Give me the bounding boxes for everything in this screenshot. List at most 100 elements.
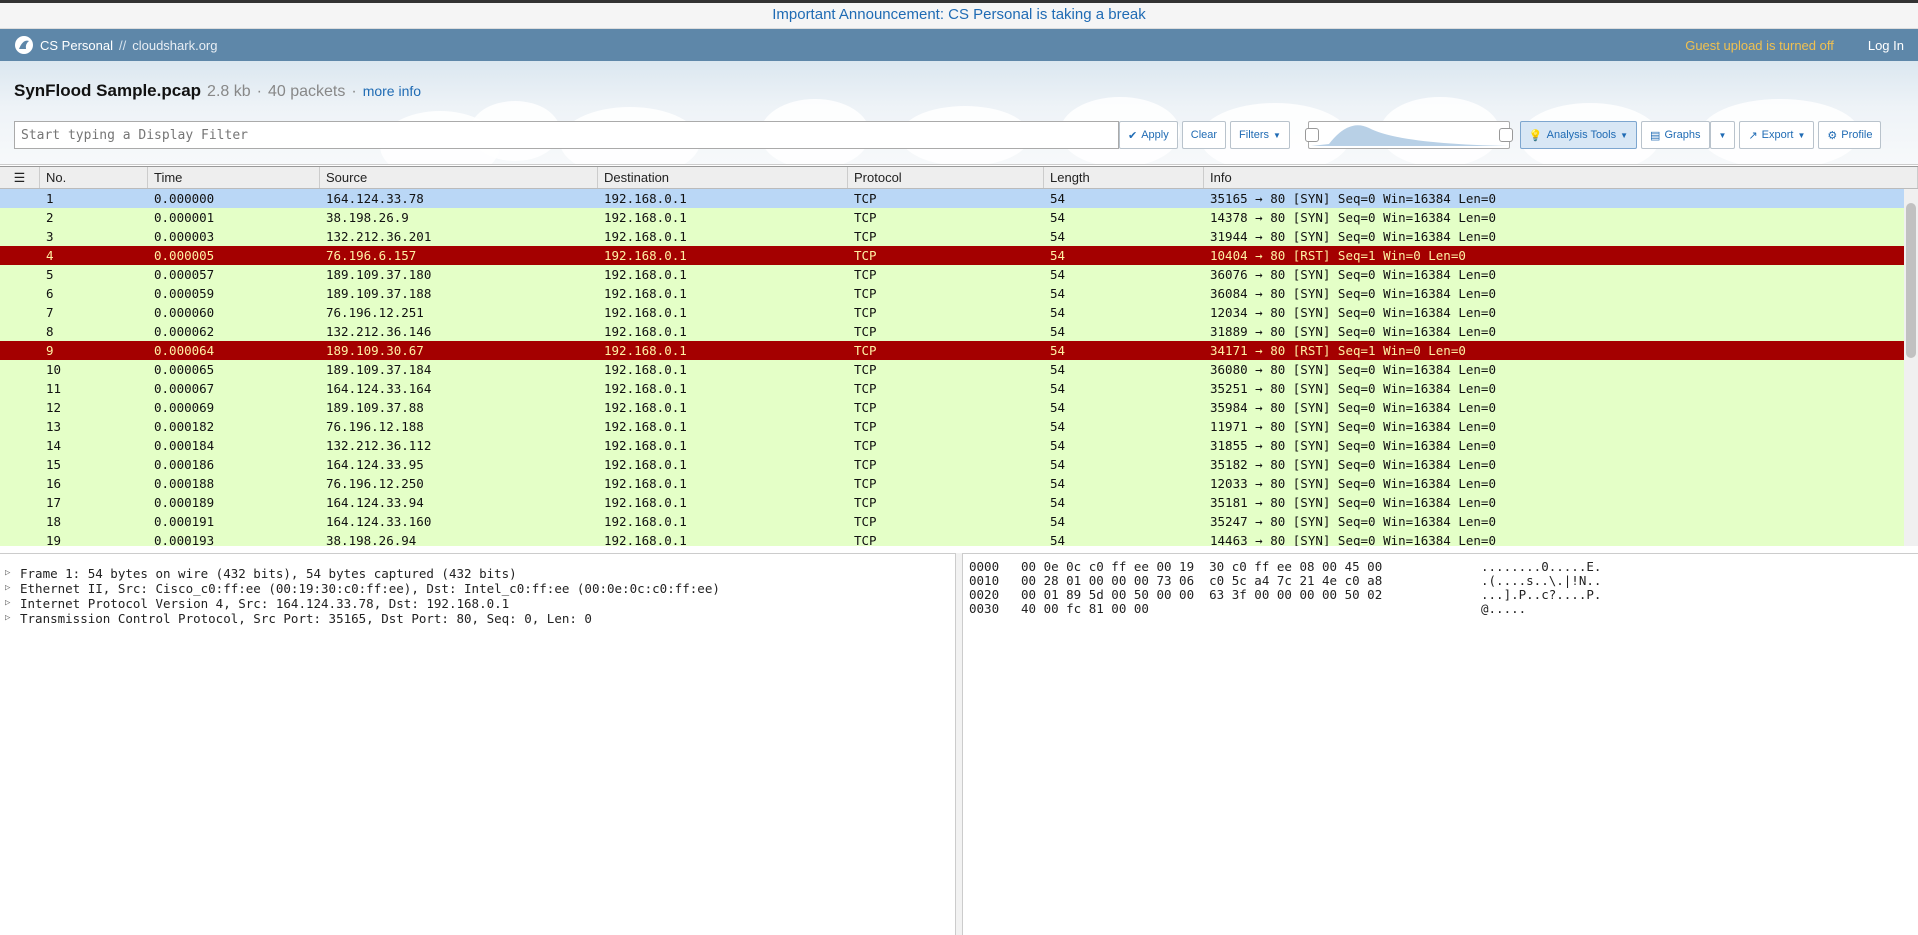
cell-time: 0.000060	[154, 305, 215, 320]
cell-len: 54	[1050, 210, 1066, 225]
cell-src: 164.124.33.160	[326, 514, 432, 529]
row-marker	[0, 360, 40, 379]
export-button[interactable]: ↗ Export ▼	[1739, 121, 1815, 149]
packet-row[interactable]: 12 0.000069 189.109.37.88 192.168.0.1 TCP 54 3…	[0, 398, 1918, 417]
tree-item[interactable]: ▷ Frame 1: 54 bytes on wire (432 bits), 5…	[0, 566, 955, 581]
expand-triangle-icon[interactable]: ▷	[0, 611, 20, 626]
hex-ascii[interactable]: ...].P..c?....P.	[1481, 588, 1601, 602]
login-link[interactable]: Log In	[1868, 38, 1904, 53]
graphs-dropdown[interactable]: ▼	[1709, 121, 1736, 149]
packet-row[interactable]: 5 0.000057 189.109.37.180 192.168.0.1 TCP 54 3…	[0, 265, 1918, 284]
tree-item[interactable]: ▷ Internet Protocol Version 4, Src: 164.1…	[0, 596, 955, 611]
packet-row[interactable]: 7 0.000060 76.196.12.251 192.168.0.1 TCP 54 12…	[0, 303, 1918, 322]
cell-src: 38.198.26.94	[326, 533, 417, 546]
graphs-label: Graphs	[1664, 129, 1701, 141]
hex-ascii[interactable]: .(....s..\.|!N..	[1481, 574, 1601, 588]
packet-list-scrollbar[interactable]	[1904, 189, 1918, 546]
hex-offset[interactable]: 0030	[969, 602, 1021, 616]
hex-line: 0030 40 00 fc 81 00 00 @.....	[969, 602, 1912, 616]
column-header-source[interactable]: Source	[320, 167, 598, 188]
cell-len: 54	[1050, 362, 1066, 377]
packet-row[interactable]: 14 0.000184 132.212.36.112 192.168.0.1 TCP 54…	[0, 436, 1918, 455]
tree-item[interactable]: ▷ Transmission Control Protocol, Src Port…	[0, 611, 955, 626]
slider-handle-left[interactable]	[1304, 128, 1319, 142]
column-header-time[interactable]: Time	[148, 167, 320, 188]
cell-info: 36080 → 80 [SYN] Seq=0 Win=16384 Len=0	[1210, 362, 1496, 377]
filters-dropdown[interactable]: Filters ▼	[1230, 121, 1290, 149]
packet-row[interactable]: 18 0.000191 164.124.33.160 192.168.0.1 TCP 54…	[0, 512, 1918, 531]
packet-row[interactable]: 2 0.000001 38.198.26.9 192.168.0.1 TCP 54 1437…	[0, 208, 1918, 227]
cell-len: 54	[1050, 400, 1066, 415]
cell-src: 164.124.33.94	[326, 495, 424, 510]
row-marker	[0, 474, 40, 493]
packet-row[interactable]: 17 0.000189 164.124.33.94 192.168.0.1 TCP 54 3…	[0, 493, 1918, 512]
profile-button[interactable]: ⚙ Profile	[1818, 121, 1882, 149]
cell-time: 0.000000	[154, 191, 215, 206]
packet-details-tree: ▷ Frame 1: 54 bytes on wire (432 bits), 5…	[0, 553, 955, 935]
packet-row[interactable]: 3 0.000003 132.212.36.201 192.168.0.1 TCP 54 3…	[0, 227, 1918, 246]
display-filter-input[interactable]	[14, 121, 1119, 149]
cell-dst: 192.168.0.1	[604, 191, 687, 206]
slider-handle-right[interactable]	[1498, 128, 1513, 142]
packet-row[interactable]: 16 0.000188 76.196.12.250 192.168.0.1 TCP 54 1…	[0, 474, 1918, 493]
cell-len: 54	[1050, 305, 1066, 320]
packet-row[interactable]: 19 0.000193 38.198.26.94 192.168.0.1 TCP 54 14…	[0, 531, 1918, 546]
cell-no: 14	[46, 438, 62, 453]
pane-splitter[interactable]	[955, 553, 963, 935]
hex-ascii[interactable]: ........0.....E.	[1481, 560, 1601, 574]
expand-triangle-icon[interactable]: ▷	[0, 596, 20, 611]
packet-row[interactable]: 10 0.000065 189.109.37.184 192.168.0.1 TCP 54…	[0, 360, 1918, 379]
more-info-link[interactable]: more info	[363, 83, 421, 99]
hex-bytes[interactable]: 40 00 fc 81 00 00	[1021, 602, 1481, 616]
clear-button[interactable]: Clear	[1181, 121, 1227, 149]
timeline-slider[interactable]	[1304, 121, 1513, 149]
cell-proto: TCP	[854, 533, 877, 546]
analysis-tools-button[interactable]: 💡 Analysis Tools ▼	[1519, 121, 1638, 149]
hex-bytes[interactable]: 00 28 01 00 00 00 73 06 c0 5c a4 7c 21 4…	[1021, 574, 1481, 588]
graphs-button[interactable]: ▤ Graphs	[1641, 121, 1710, 149]
packet-row[interactable]: 4 0.000005 76.196.6.157 192.168.0.1 TCP 54 104…	[0, 246, 1918, 265]
cell-dst: 192.168.0.1	[604, 343, 687, 358]
cell-proto: TCP	[854, 191, 877, 206]
brand-name: CS Personal	[40, 37, 113, 53]
announcement-link[interactable]: Important Announcement: CS Personal is t…	[772, 6, 1146, 23]
cell-info: 12034 → 80 [SYN] Seq=0 Win=16384 Len=0	[1210, 305, 1496, 320]
column-header-protocol[interactable]: Protocol	[848, 167, 1044, 188]
cell-time: 0.000067	[154, 381, 215, 396]
packet-row[interactable]: 13 0.000182 76.196.12.188 192.168.0.1 TCP 54 1…	[0, 417, 1918, 436]
packet-row[interactable]: 9 0.000064 189.109.30.67 192.168.0.1 TCP 54 34…	[0, 341, 1918, 360]
packet-row[interactable]: 6 0.000059 189.109.37.188 192.168.0.1 TCP 54 3…	[0, 284, 1918, 303]
cell-src: 76.196.12.250	[326, 476, 424, 491]
column-header-length[interactable]: Length	[1044, 167, 1204, 188]
caret-down-icon: ▼	[1620, 130, 1629, 140]
hex-bytes[interactable]: 00 01 89 5d 00 50 00 00 63 3f 00 00 00 0…	[1021, 588, 1481, 602]
hex-offset[interactable]: 0000	[969, 560, 1021, 574]
column-header-no[interactable]: No.	[40, 167, 148, 188]
hex-offset[interactable]: 0010	[969, 574, 1021, 588]
packet-row[interactable]: 8 0.000062 132.212.36.146 192.168.0.1 TCP 54 3…	[0, 322, 1918, 341]
filters-label: Filters	[1239, 129, 1269, 141]
cell-dst: 192.168.0.1	[604, 210, 687, 225]
cell-dst: 192.168.0.1	[604, 514, 687, 529]
external-link-icon: ↗	[1748, 129, 1758, 142]
brand[interactable]: CS Personal // cloudshark.org	[14, 35, 218, 55]
hex-offset[interactable]: 0020	[969, 588, 1021, 602]
apply-button[interactable]: ✔ Apply	[1119, 121, 1178, 149]
expand-triangle-icon[interactable]: ▷	[0, 566, 20, 581]
column-header-destination[interactable]: Destination	[598, 167, 848, 188]
packet-row[interactable]: 11 0.000067 164.124.33.164 192.168.0.1 TCP 54…	[0, 379, 1918, 398]
hex-line: 0010 00 28 01 00 00 00 73 06 c0 5c a4 7c …	[969, 574, 1912, 588]
hex-bytes[interactable]: 00 0e 0c c0 ff ee 00 19 30 c0 ff ee 08 0…	[1021, 560, 1481, 574]
cell-info: 35984 → 80 [SYN] Seq=0 Win=16384 Len=0	[1210, 400, 1496, 415]
hex-ascii[interactable]: @.....	[1481, 602, 1526, 616]
scrollbar-thumb[interactable]	[1906, 203, 1916, 358]
packet-row[interactable]: 1 0.000000 164.124.33.78 192.168.0.1 TCP 54 35…	[0, 189, 1918, 208]
announcement-bar: Important Announcement: CS Personal is t…	[0, 0, 1918, 29]
column-header-info[interactable]: Info	[1204, 167, 1918, 188]
column-menu-icon[interactable]: ☰	[0, 167, 40, 188]
packet-row[interactable]: 15 0.000186 164.124.33.95 192.168.0.1 TCP 54 3…	[0, 455, 1918, 474]
cell-no: 12	[46, 400, 62, 415]
cell-proto: TCP	[854, 305, 877, 320]
tree-item[interactable]: ▷ Ethernet II, Src: Cisco_c0:ff:ee (00:19…	[0, 581, 955, 596]
expand-triangle-icon[interactable]: ▷	[0, 581, 20, 596]
